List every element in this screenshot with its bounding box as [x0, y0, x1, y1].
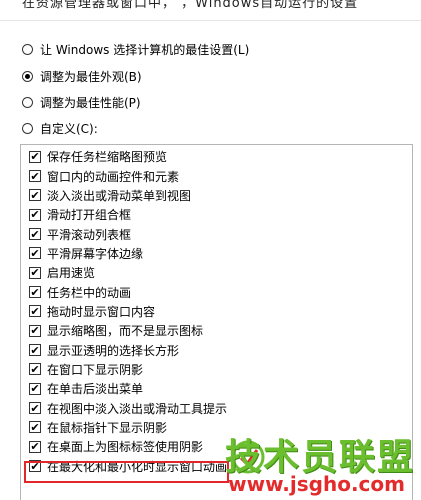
divider [0, 20, 421, 21]
checkbox-label: 在单击后淡出菜单 [47, 382, 144, 397]
custom-effects-list[interactable]: ✔ 保存任务栏缩略图预览 ✔ 窗口内的动画控件和元素 ✔ 淡入淡出或滑动菜单到视图 ✔… [20, 144, 413, 500]
checkbox-checked-icon[interactable]: ✔ [29, 266, 41, 279]
list-item[interactable]: ✔ 显示亚透明的选择长方形 [29, 340, 227, 359]
list-item[interactable]: ✔ 启用速览 [29, 263, 227, 282]
checkbox-list: ✔ 保存任务栏缩略图预览 ✔ 窗口内的动画控件和元素 ✔ 淡入淡出或滑动菜单到视图 ✔… [29, 147, 227, 476]
checkbox-label: 显示缩略图，而不是显示图标 [47, 324, 204, 339]
list-item[interactable]: ✔ 淡入淡出或滑动菜单到视图 [29, 186, 227, 205]
checkbox-label: 平滑屏幕字体边缘 [47, 246, 144, 261]
checkbox-label: 淡入淡出或滑动菜单到视图 [47, 188, 192, 203]
checkbox-checked-icon[interactable]: ✔ [29, 382, 41, 395]
checkbox-label: 在鼠标指针下显示阴影 [47, 420, 168, 435]
checkbox-label: 滑动打开组合框 [47, 208, 132, 223]
list-item[interactable]: ✔ 任务栏中的动画 [29, 282, 227, 301]
radio-button-icon[interactable] [22, 96, 33, 108]
checkbox-label: 平滑滚动列表框 [47, 227, 132, 242]
radio-label: 自定义(C): [40, 121, 98, 136]
checkbox-label: 在视图中淡入淡出或滑动工具提示 [47, 401, 228, 416]
checkbox-checked-icon[interactable]: ✔ [29, 440, 41, 453]
partial-heading-text: 在资源管理器或窗口中， ，Windows自动运行的设置 [22, 0, 359, 11]
list-item-highlighted[interactable]: ✔ 在最大化和最小化时显示窗口动画 [29, 457, 227, 476]
checkbox-checked-icon[interactable]: ✔ [29, 247, 41, 260]
radio-option-best-appearance[interactable]: 调整为最佳外观(B) [22, 67, 142, 85]
radio-label: 调整为最佳外观(B) [40, 69, 142, 84]
checkbox-checked-icon[interactable]: ✔ [29, 228, 41, 241]
radio-option-best-performance[interactable]: 调整为最佳性能(P) [22, 93, 141, 111]
checkbox-label: 窗口内的动画控件和元素 [47, 169, 180, 184]
checkbox-label: 启用速览 [47, 266, 96, 281]
list-item[interactable]: ✔ 显示缩略图，而不是显示图标 [29, 321, 227, 340]
radio-button-icon[interactable] [22, 122, 33, 134]
checkbox-checked-icon[interactable]: ✔ [29, 286, 41, 299]
list-item[interactable]: ✔ 窗口内的动画控件和元素 [29, 166, 227, 185]
list-item[interactable]: ✔ 在鼠标指针下显示阴影 [29, 418, 227, 437]
checkbox-label: 显示亚透明的选择长方形 [47, 343, 180, 358]
checkbox-checked-icon[interactable]: ✔ [29, 208, 41, 221]
checkbox-checked-icon[interactable]: ✔ [29, 344, 41, 357]
list-item[interactable]: ✔ 滑动打开组合框 [29, 205, 227, 224]
radio-label: 让 Windows 选择计算机的最佳设置(L) [40, 42, 250, 57]
list-item[interactable]: ✔ 保存任务栏缩略图预览 [29, 147, 227, 166]
checkbox-checked-icon[interactable]: ✔ [29, 460, 41, 473]
radio-option-let-windows-choose[interactable]: 让 Windows 选择计算机的最佳设置(L) [22, 40, 249, 58]
checkbox-checked-icon[interactable]: ✔ [29, 170, 41, 183]
list-item[interactable]: ✔ 在视图中淡入淡出或滑动工具提示 [29, 398, 227, 417]
checkbox-label: 保存任务栏缩略图预览 [47, 150, 168, 165]
checkbox-checked-icon[interactable]: ✔ [29, 363, 41, 376]
checkbox-label: 在最大化和最小化时显示窗口动画 [47, 459, 228, 474]
checkbox-label: 拖动时显示窗口内容 [47, 304, 156, 319]
list-item[interactable]: ✔ 在窗口下显示阴影 [29, 360, 227, 379]
list-item[interactable]: ✔ 在单击后淡出菜单 [29, 379, 227, 398]
checkbox-checked-icon[interactable]: ✔ [29, 189, 41, 202]
checkbox-checked-icon[interactable]: ✔ [29, 305, 41, 318]
list-item[interactable]: ✔ 拖动时显示窗口内容 [29, 302, 227, 321]
checkbox-label: 在桌面上为图标标签使用阴影 [47, 440, 204, 455]
radio-button-icon[interactable] [22, 43, 33, 55]
checkbox-checked-icon[interactable]: ✔ [29, 402, 41, 415]
list-item[interactable]: ✔ 在桌面上为图标标签使用阴影 [29, 437, 227, 456]
radio-label: 调整为最佳性能(P) [40, 95, 141, 110]
radio-button-selected-icon[interactable] [22, 70, 33, 82]
checkbox-checked-icon[interactable]: ✔ [29, 421, 41, 434]
checkbox-label: 任务栏中的动画 [47, 285, 132, 300]
checkbox-label: 在窗口下显示阴影 [47, 362, 144, 377]
list-item[interactable]: ✔ 平滑滚动列表框 [29, 224, 227, 243]
checkbox-checked-icon[interactable]: ✔ [29, 150, 41, 163]
checkbox-checked-icon[interactable]: ✔ [29, 324, 41, 337]
radio-option-custom[interactable]: 自定义(C): [22, 119, 98, 137]
list-item[interactable]: ✔ 平滑屏幕字体边缘 [29, 244, 227, 263]
